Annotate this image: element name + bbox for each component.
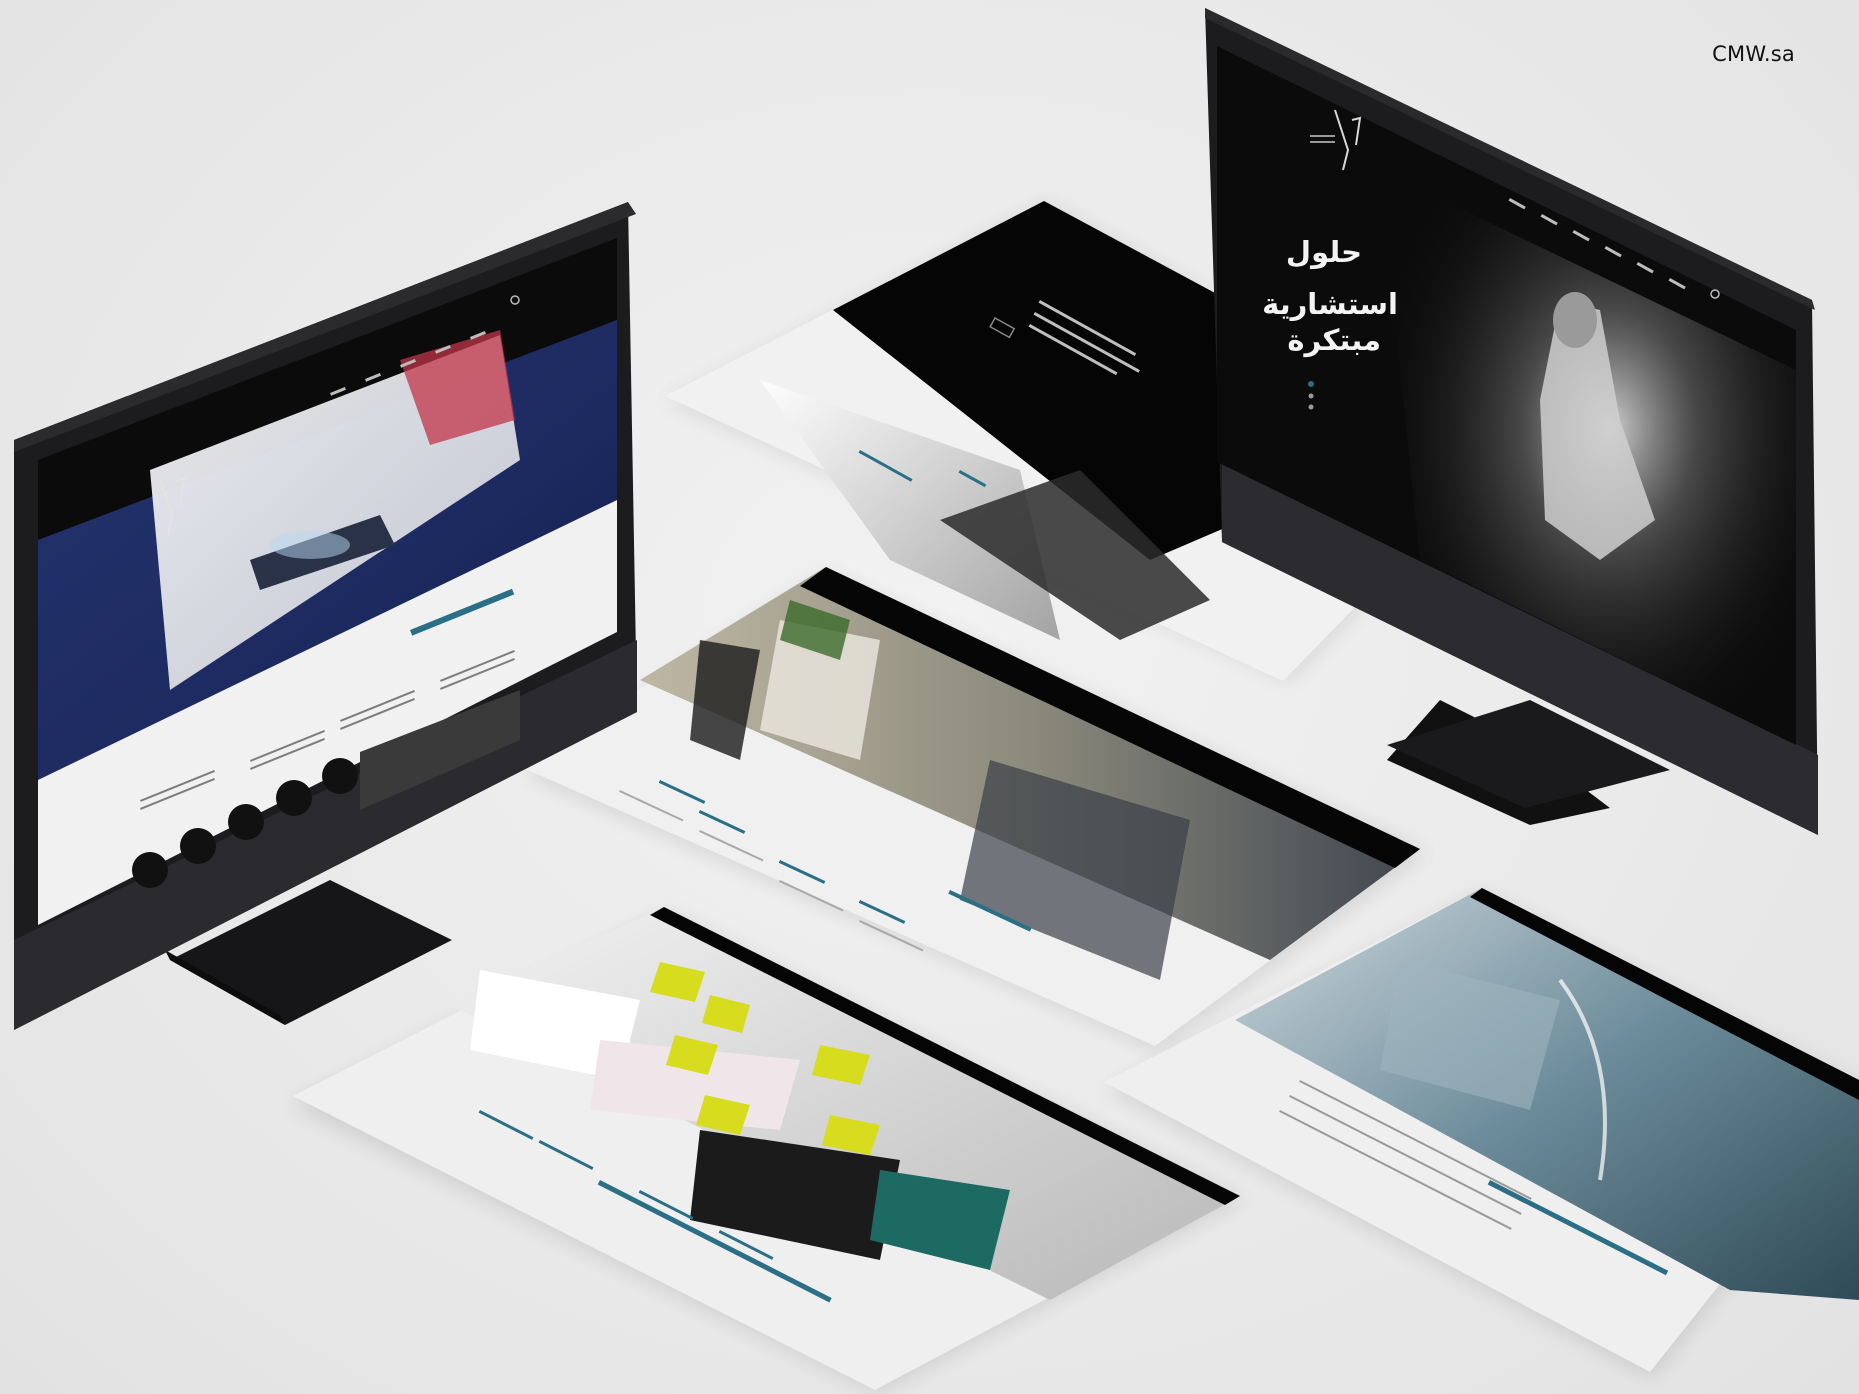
- monitor-right: حلول استشارية مبتكرة: [1205, 8, 1818, 835]
- watermark-text: CMW.sa: [1712, 42, 1795, 66]
- mockup-stage: حلول استشارية مبتكرة CMW.sa: [0, 0, 1859, 1394]
- hero-line-3: مبتكرة: [1287, 323, 1381, 357]
- hero-line-1: حلول: [1286, 235, 1362, 269]
- isometric-mockup-scene: حلول استشارية مبتكرة: [14, 8, 1859, 1394]
- monitor-left: [14, 202, 637, 1030]
- hero-line-2: استشارية: [1262, 287, 1398, 321]
